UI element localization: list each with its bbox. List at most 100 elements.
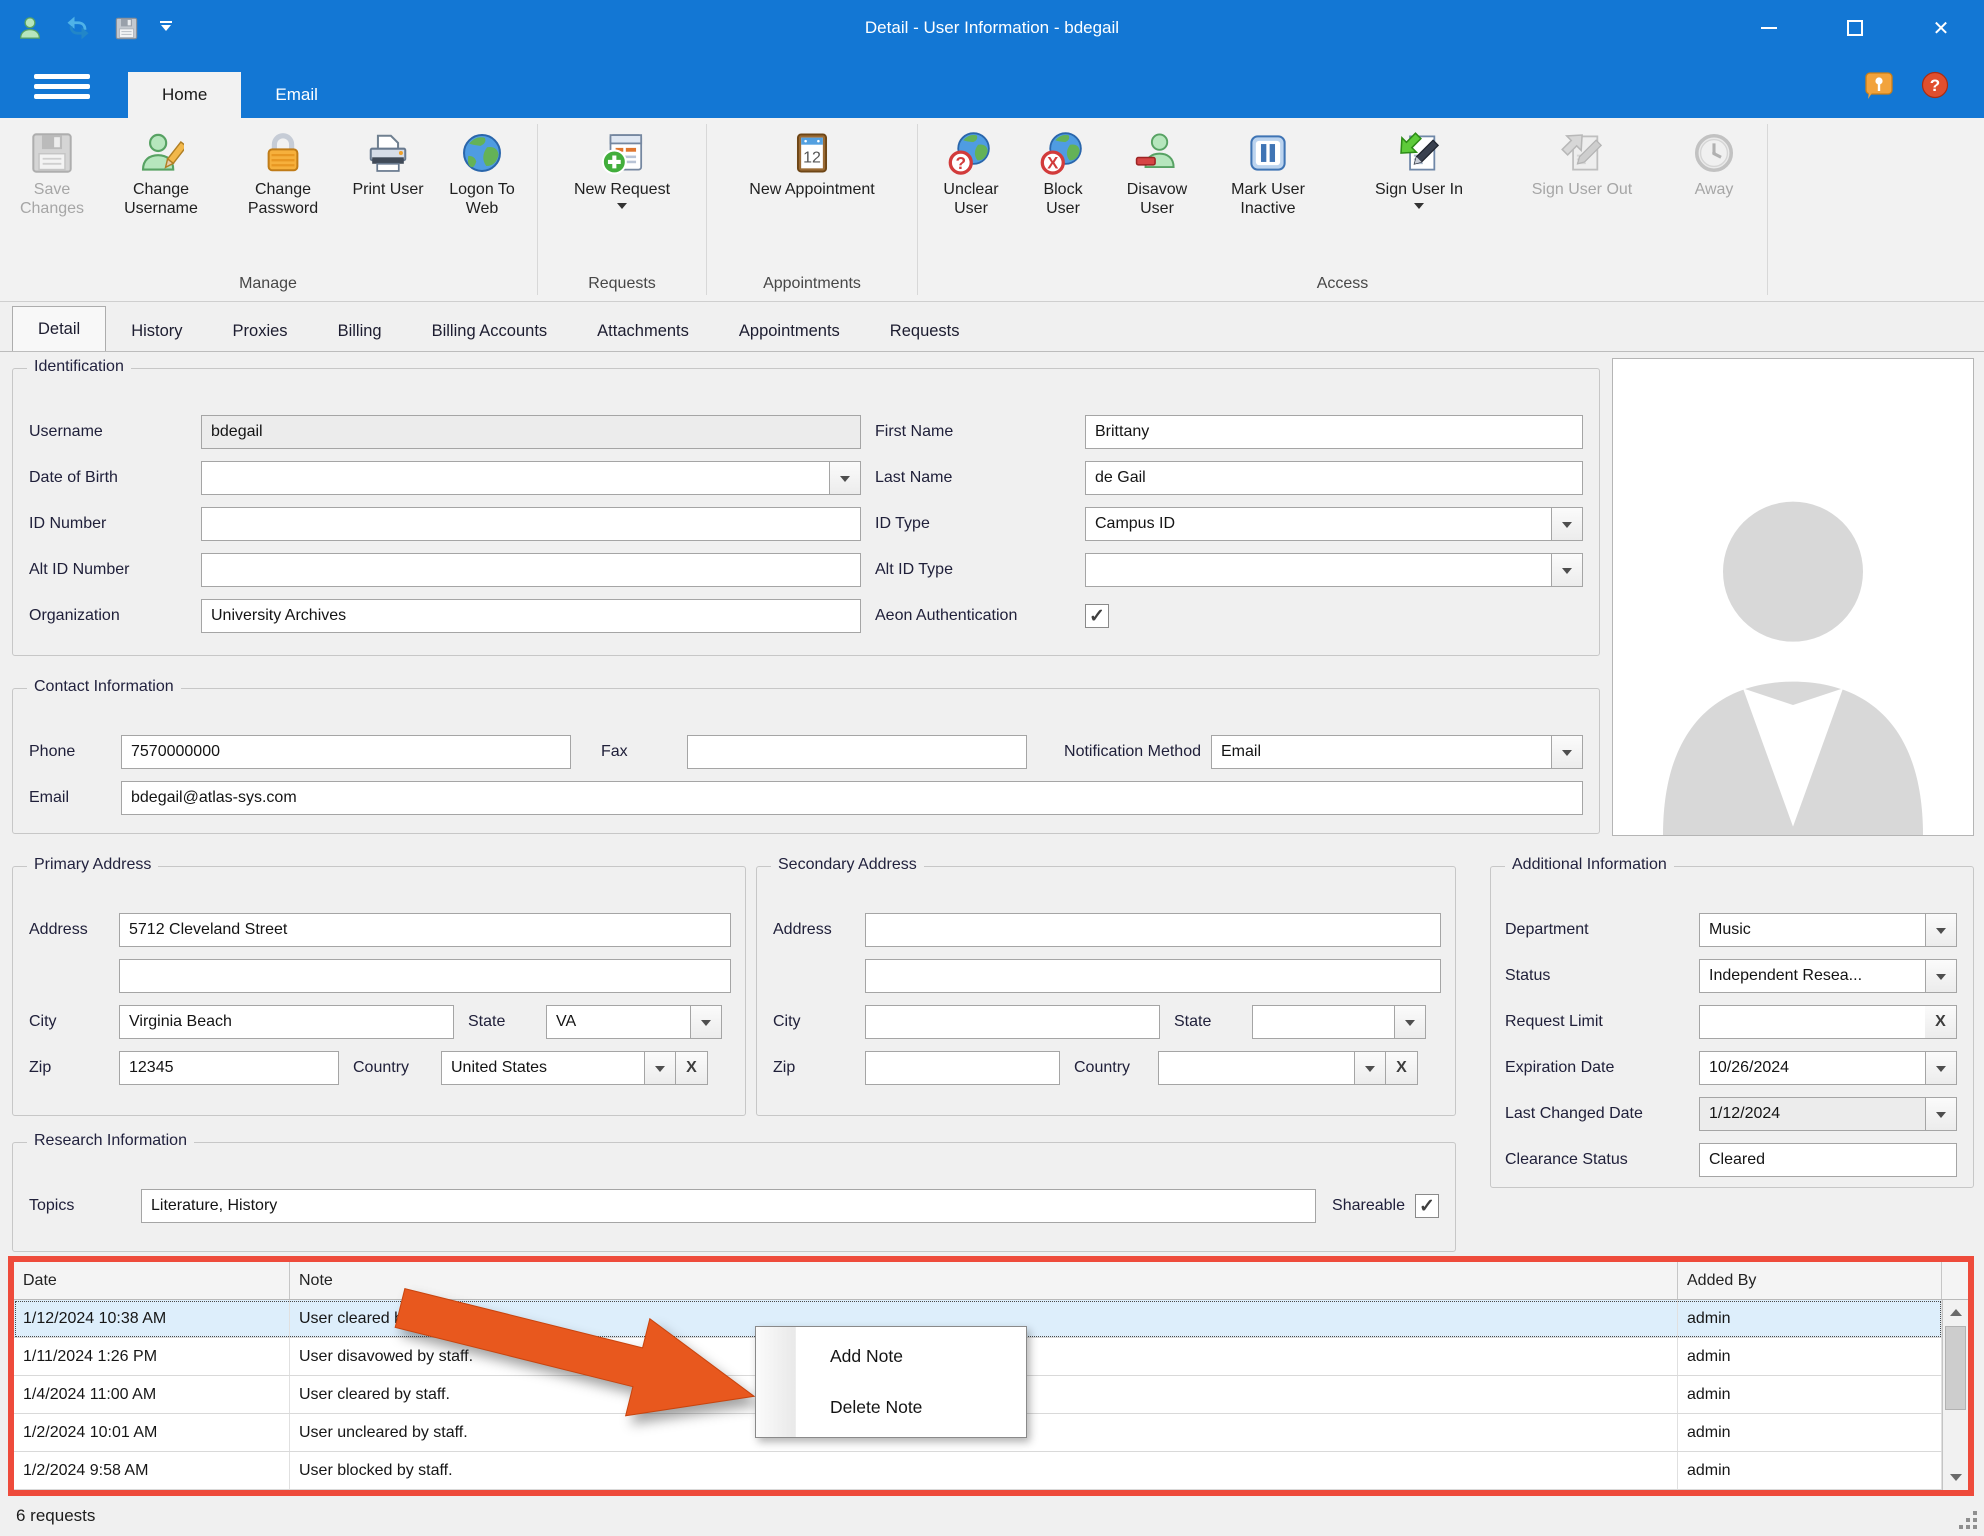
tab-billing-accounts[interactable]: Billing Accounts [407,311,573,351]
chevron-down-icon[interactable] [644,1051,676,1085]
notification-method-field[interactable]: Email [1211,735,1551,769]
unclear-user-button[interactable]: ? Unclear User [923,126,1019,219]
mark-user-inactive-button[interactable]: Mark User Inactive [1207,126,1329,219]
topics-field[interactable]: Literature, History [141,1189,1316,1223]
tab-requests[interactable]: Requests [865,311,985,351]
resize-grip[interactable] [1957,1509,1979,1531]
contact-information-section: Contact Information Phone 7570000000 Fax… [12,688,1600,834]
state-field[interactable]: VA [546,1005,690,1039]
address-field[interactable]: 5712 Cleveland Street [119,913,731,947]
close-button[interactable]: ✕ [1898,0,1984,56]
tab-history[interactable]: History [106,311,207,351]
organization-field[interactable]: University Archives [201,599,861,633]
change-password-button[interactable]: Change Password [222,126,344,219]
alt-id-type-field[interactable] [1085,553,1551,587]
scrollbar-thumb[interactable] [1945,1326,1966,1410]
status-field[interactable]: Independent Resea... [1699,959,1925,993]
change-username-button[interactable]: Change Username [100,126,222,219]
app-window: Detail - User Information - bdegail ✕ Ho… [0,0,1984,1536]
sign-user-in-button[interactable]: Sign User In [1340,126,1498,214]
logon-to-web-button[interactable]: Logon To Web [432,126,532,219]
vertical-scrollbar[interactable] [1942,1300,1968,1490]
chevron-down-icon[interactable] [1925,1051,1957,1085]
page-tab-strip: Detail History Proxies Billing Billing A… [0,303,1984,352]
chevron-down-icon[interactable] [1394,1005,1426,1039]
chevron-down-icon[interactable] [1354,1051,1386,1085]
username-label: Username [29,423,201,441]
new-request-button[interactable]: New Request [543,126,701,214]
city-label: City [29,1013,119,1031]
menu-item-delete-note[interactable]: Delete Note [796,1386,1026,1430]
more-commands-icon[interactable] [160,21,172,36]
scroll-up-icon[interactable] [1943,1300,1968,1325]
tab-appointments[interactable]: Appointments [714,311,865,351]
clear-icon[interactable]: X [1386,1051,1418,1085]
sync-arrows-icon[interactable] [64,14,92,42]
chevron-down-icon[interactable] [1551,553,1583,587]
department-field[interactable]: Music [1699,913,1925,947]
zip-field[interactable]: 12345 [119,1051,339,1085]
state-field[interactable] [1252,1005,1394,1039]
user-icon[interactable] [16,14,44,42]
tab-proxies[interactable]: Proxies [208,311,313,351]
city-field[interactable] [865,1005,1160,1039]
tab-billing[interactable]: Billing [313,311,407,351]
request-limit-field[interactable] [1699,1005,1925,1039]
city-field[interactable]: Virginia Beach [119,1005,454,1039]
chevron-down-icon[interactable] [1925,1097,1957,1131]
fax-field[interactable] [687,735,1027,769]
expiration-date-field[interactable]: 10/26/2024 [1699,1051,1925,1085]
chevron-down-icon[interactable] [829,461,861,495]
help-icon[interactable]: ? [1920,70,1950,100]
tab-detail[interactable]: Detail [12,306,106,351]
date-of-birth-field[interactable] [201,461,829,495]
country-field[interactable] [1158,1051,1354,1085]
address-field[interactable] [865,913,1441,947]
username-field[interactable]: bdegail [201,415,861,449]
phone-field[interactable]: 7570000000 [121,735,571,769]
chevron-down-icon[interactable] [1551,507,1583,541]
print-user-button[interactable]: Print User [344,126,432,200]
chevron-down-icon[interactable] [1551,735,1583,769]
maximize-button[interactable] [1812,0,1898,56]
alt-id-number-field[interactable] [201,553,861,587]
menu-item-add-note[interactable]: Add Note [796,1334,1026,1378]
menu-icon[interactable] [34,74,90,99]
block-user-button[interactable]: X Block User [1019,126,1107,219]
chevron-down-icon[interactable] [690,1005,722,1039]
section-label: Research Information [27,1132,194,1150]
first-name-field[interactable]: Brittany [1085,415,1583,449]
minimize-button[interactable] [1726,0,1812,56]
address2-field[interactable] [119,959,731,993]
scroll-down-icon[interactable] [1943,1465,1968,1490]
save-icon[interactable] [112,14,140,42]
id-type-field[interactable]: Campus ID [1085,507,1551,541]
table-row[interactable]: 1/2/2024 9:58 AM User blocked by staff. … [14,1452,1942,1490]
last-name-field[interactable]: de Gail [1085,461,1583,495]
chevron-down-icon[interactable] [1925,913,1957,947]
zip-field[interactable] [865,1051,1060,1085]
tab-attachments[interactable]: Attachments [572,311,714,351]
id-number-field[interactable] [201,507,861,541]
disavow-user-button[interactable]: Disavow User [1107,126,1207,219]
pin-feedback-icon[interactable] [1864,70,1894,100]
last-changed-date-field[interactable]: 1/12/2024 [1699,1097,1925,1131]
column-header-note[interactable]: Note [290,1262,1678,1299]
ribbon-tab-home[interactable]: Home [128,72,241,118]
away-button[interactable]: Away [1666,126,1762,200]
save-changes-button[interactable]: Save Changes [4,126,100,219]
clear-icon[interactable]: X [676,1051,708,1085]
country-field[interactable]: United States [441,1051,644,1085]
sign-user-out-button[interactable]: Sign User Out [1498,126,1666,200]
ribbon-tab-email[interactable]: Email [241,72,352,118]
new-appointment-button[interactable]: 12 New Appointment [712,126,912,200]
aeon-authentication-checkbox[interactable] [1085,604,1109,628]
column-header-date[interactable]: Date [14,1262,290,1299]
column-header-added-by[interactable]: Added By [1678,1262,1942,1299]
email-field[interactable]: bdegail@atlas-sys.com [121,781,1583,815]
address2-field[interactable] [865,959,1441,993]
clear-icon[interactable]: X [1925,1005,1957,1039]
chevron-down-icon[interactable] [1925,959,1957,993]
shareable-checkbox[interactable] [1415,1194,1439,1218]
notes-table-header: Date Note Added By [14,1262,1968,1300]
